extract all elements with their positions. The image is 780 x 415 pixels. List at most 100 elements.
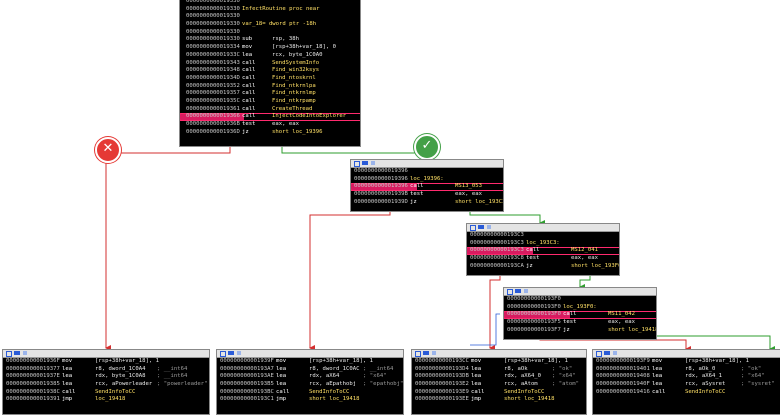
asm-line[interactable]: 00000000000193C8 test eax, eax xyxy=(467,255,619,263)
label-text[interactable]: InfectRoutine proc near xyxy=(242,6,319,14)
function-ref[interactable]: InjectCodeIntoExplorer xyxy=(272,113,346,121)
function-ref[interactable]: Find_win32ksys xyxy=(272,67,319,75)
asm-line[interactable]: 0000000000019352 call Find_ntkrnlpa xyxy=(180,83,360,91)
block-color-icon[interactable] xyxy=(596,351,602,357)
asm-line[interactable]: 00000000000193BC call SendInfoToCC xyxy=(217,389,403,397)
block-loc-19396[interactable]: 0000000000019396 0000000000019396 loc_1939… xyxy=(350,159,504,212)
asm-line[interactable]: 00000000000193C3 loc_193C3: xyxy=(467,240,619,248)
asm-line[interactable]: 00000000000193E2 lea rcx, aAtom ; "atom" xyxy=(412,381,586,389)
block-bottom-epathobj[interactable]: 000000000001939F mov [rsp+38h+var_18], 1 00… xyxy=(216,349,404,415)
asm-line[interactable]: 0000000000019416 call SendInfoToCC xyxy=(593,389,780,397)
asm-line[interactable]: 00000000000193B5 lea rcx, aEpathobj ; "epat… xyxy=(217,381,403,389)
function-ref[interactable]: short loc_19418 xyxy=(608,327,656,335)
group-icon[interactable] xyxy=(515,289,521,293)
function-ref[interactable]: Find_ntkrnlmp xyxy=(272,90,316,98)
group-icon[interactable] xyxy=(362,161,368,165)
asm-line[interactable]: 0000000000019366 call InjectCodeIntoExplor… xyxy=(180,113,360,122)
asm-line[interactable]: 0000000000019348 call Find_win32ksys xyxy=(180,67,360,75)
function-ref[interactable]: SendSystemInfo xyxy=(272,60,319,68)
ungroup-icon[interactable] xyxy=(23,351,27,355)
function-ref[interactable]: Find_ntkrpamp xyxy=(272,98,316,106)
asm-line[interactable]: 00000000000193CC mov [rsp+38h+var_18], 1 xyxy=(412,358,586,366)
asm-line[interactable]: 000000000001934D call Find_ntoskrnl xyxy=(180,75,360,83)
asm-line[interactable]: 0000000000019396 call MS13_053 xyxy=(351,183,503,192)
function-ref[interactable]: short loc_19418 xyxy=(504,396,555,404)
asm-line[interactable]: 000000000001937E lea rdx, byte_1C0A8 ; __in… xyxy=(3,373,209,381)
asm-line[interactable]: 000000000001938C call SendInfoToCC xyxy=(3,389,209,397)
asm-line[interactable]: 00000000000193EE jmp short loc_19418 xyxy=(412,396,586,404)
asm-line[interactable]: 0000000000019385 lea rcx, aPowerleader ; "p… xyxy=(3,381,209,389)
asm-line[interactable]: 00000000000193C3 call MS12_041 xyxy=(467,247,619,256)
asm-line[interactable]: 00000000000193C1 jmp short loc_19418 xyxy=(217,396,403,404)
block-bottom-sysret[interactable]: 00000000000193F9 mov [rsp+38h+var_18], 1 00… xyxy=(592,349,780,415)
asm-line[interactable]: 00000000000193DB lea rdx, aX64_0 ; "x64" xyxy=(412,373,586,381)
ungroup-icon[interactable] xyxy=(524,289,528,293)
block-header[interactable] xyxy=(412,350,586,358)
function-ref[interactable]: MS12_041 xyxy=(571,247,598,255)
asm-line[interactable]: 000000000001936B test eax, eax xyxy=(180,121,360,129)
function-ref[interactable]: Find_ntkrnlpa xyxy=(272,83,316,91)
asm-line[interactable]: 0000000000019391 jmp loc_19418 xyxy=(3,396,209,404)
block-color-icon[interactable] xyxy=(6,351,12,357)
asm-line[interactable]: 00000000000193F7 jz short loc_19418 xyxy=(504,327,656,335)
asm-line[interactable]: 0000000000019408 lea rdx, aX64_1 ; "x64" xyxy=(593,373,780,381)
asm-line[interactable]: 0000000000019334 mov [rsp+38h+var_18], 0 xyxy=(180,44,360,52)
ungroup-icon[interactable] xyxy=(432,351,436,355)
block-infect-routine[interactable]: 0000000000019330 0000000000019330 InfectRo… xyxy=(179,0,361,147)
group-icon[interactable] xyxy=(423,351,429,355)
asm-line[interactable]: 0000000000019396 xyxy=(351,168,503,176)
asm-line[interactable]: 000000000001933C lea rcx, byte_1C0A0 xyxy=(180,52,360,60)
function-ref[interactable]: CreateThread xyxy=(272,106,312,114)
function-ref[interactable]: SendInfoToCC xyxy=(504,389,544,397)
block-header[interactable] xyxy=(351,160,503,168)
asm-line[interactable]: 0000000000019396 loc_19396: xyxy=(351,176,503,184)
function-ref[interactable]: short loc_193F0 xyxy=(571,263,619,271)
asm-line[interactable]: 00000000000193F9 mov [rsp+38h+var_18], 1 xyxy=(593,358,780,366)
function-ref[interactable]: MS11_042 xyxy=(608,311,635,319)
block-color-icon[interactable] xyxy=(220,351,226,357)
asm-line[interactable]: 0000000000019401 lea r8, aOk_0 ; "ok" xyxy=(593,366,780,374)
ungroup-icon[interactable] xyxy=(613,351,617,355)
asm-line[interactable]: 0000000000019330 xyxy=(180,13,360,21)
function-ref[interactable]: short loc_19396 xyxy=(272,129,323,137)
asm-line[interactable]: 0000000000019330 InfectRoutine proc near xyxy=(180,6,360,14)
block-bottom-powerleader[interactable]: 000000000001936F mov [rsp+38h+var_18], 1 00… xyxy=(2,349,210,415)
label-text[interactable]: loc_19396: xyxy=(410,176,444,184)
block-header[interactable] xyxy=(504,288,656,296)
block-header[interactable] xyxy=(217,350,403,358)
function-ref[interactable]: MS13_053 xyxy=(455,183,482,191)
asm-line[interactable]: 00000000000193F0 loc_193F0: xyxy=(504,304,656,312)
asm-line[interactable]: 0000000000019361 call CreateThread xyxy=(180,106,360,114)
asm-line[interactable]: 00000000000193F0 call MS11_042 xyxy=(504,311,656,320)
group-icon[interactable] xyxy=(604,351,610,355)
asm-line[interactable]: 00000000000193A7 lea r8, dword_1C0AC; __in… xyxy=(217,366,403,374)
label-text[interactable]: var_18= dword ptr -18h xyxy=(242,21,316,29)
block-color-icon[interactable] xyxy=(507,289,513,295)
asm-line[interactable]: 00000000000193D4 lea r8, aOk ; "ok" xyxy=(412,366,586,374)
ungroup-icon[interactable] xyxy=(487,225,491,229)
asm-line[interactable]: 000000000001935C call Find_ntkrpamp xyxy=(180,98,360,106)
asm-line[interactable]: 000000000001936F mov [rsp+38h+var_18], 1 xyxy=(3,358,209,366)
asm-line[interactable]: 000000000001939B test eax, eax xyxy=(351,191,503,199)
label-text[interactable]: loc_193F0: xyxy=(563,304,597,312)
function-ref[interactable]: SendInfoToCC xyxy=(309,389,349,397)
function-ref[interactable]: SendInfoToCC xyxy=(685,389,725,397)
ungroup-icon[interactable] xyxy=(237,351,241,355)
asm-line[interactable]: 000000000001940F lea rcx, aSysret ; "sysret… xyxy=(593,381,780,389)
function-ref[interactable]: short loc_193C3 xyxy=(455,199,503,207)
asm-line[interactable]: 00000000000193AE lea rdx, aX64 ; "x64" xyxy=(217,373,403,381)
group-icon[interactable] xyxy=(14,351,20,355)
asm-line[interactable]: 00000000000193CA jz short loc_193F0 xyxy=(467,263,619,271)
asm-line[interactable]: 0000000000019330 var_18= dword ptr -18h xyxy=(180,21,360,29)
asm-line[interactable]: 0000000000019343 call SendSystemInfo xyxy=(180,60,360,68)
group-icon[interactable] xyxy=(478,225,484,229)
ungroup-icon[interactable] xyxy=(371,161,375,165)
block-header[interactable] xyxy=(593,350,780,358)
block-color-icon[interactable] xyxy=(415,351,421,357)
asm-line[interactable]: 0000000000019330 xyxy=(180,29,360,37)
function-ref[interactable]: Find_ntoskrnl xyxy=(272,75,316,83)
block-bottom-atom[interactable]: 00000000000193CC mov [rsp+38h+var_18], 1 00… xyxy=(411,349,587,415)
asm-line[interactable]: 00000000000193C3 xyxy=(467,232,619,240)
function-ref[interactable]: loc_19418 xyxy=(95,396,125,404)
asm-line[interactable]: 00000000000193E9 call SendInfoToCC xyxy=(412,389,586,397)
